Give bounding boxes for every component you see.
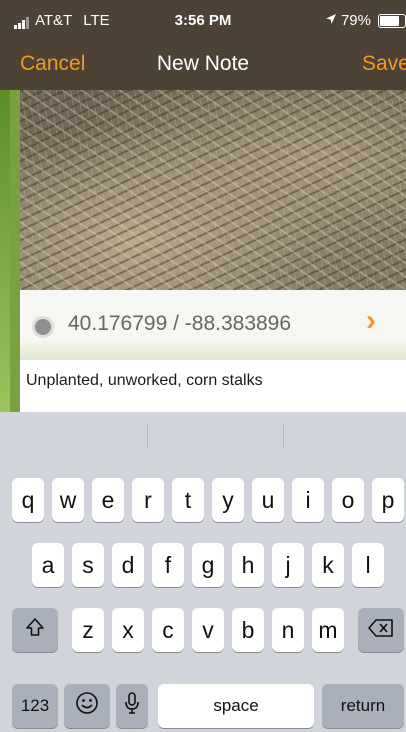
content-side-accent (0, 90, 10, 412)
key-r[interactable]: r (132, 478, 164, 522)
page-title: New Note (156, 52, 250, 75)
key-p[interactable]: p (372, 478, 404, 522)
note-field[interactable]: Unplanted, unworked, corn stalks (20, 360, 406, 412)
field-photo[interactable] (20, 90, 406, 290)
key-g[interactable]: g (192, 543, 224, 587)
keyboard: q w e r t y u i o p a s d f g h j k l z … (0, 412, 406, 732)
backspace-icon (368, 617, 394, 644)
key-d[interactable]: d (112, 543, 144, 587)
key-i[interactable]: i (292, 478, 324, 522)
numbers-key[interactable]: 123 (12, 684, 58, 728)
key-n[interactable]: n (272, 608, 304, 652)
key-c[interactable]: c (152, 608, 184, 652)
key-k[interactable]: k (312, 543, 344, 587)
key-u[interactable]: u (252, 478, 284, 522)
key-s[interactable]: s (72, 543, 104, 587)
microphone-icon (124, 691, 140, 721)
location-arrow-icon (325, 12, 337, 29)
key-z[interactable]: z (72, 608, 104, 652)
emoji-key[interactable] (64, 684, 110, 728)
suggestion-bar (0, 412, 406, 460)
location-coordinates: 40.176799 / -88.383896 (68, 312, 292, 335)
key-m[interactable]: m (312, 608, 344, 652)
emoji-icon (75, 691, 99, 721)
key-w[interactable]: w (52, 478, 84, 522)
note-text: Unplanted, unworked, corn stalks (26, 372, 263, 389)
chevron-right-icon[interactable]: › (366, 304, 376, 338)
return-key[interactable]: return (322, 684, 404, 728)
suggestion-divider (283, 424, 284, 448)
key-h[interactable]: h (232, 543, 264, 587)
key-o[interactable]: o (332, 478, 364, 522)
suggestion-divider (147, 424, 148, 448)
key-j[interactable]: j (272, 543, 304, 587)
location-dot-icon (32, 316, 54, 338)
nav-bar: Cancel New Note Save (0, 42, 406, 90)
save-button[interactable]: Save (362, 52, 406, 76)
backspace-key[interactable] (358, 608, 404, 652)
location-row[interactable]: 40.176799 / -88.383896 › (20, 290, 406, 360)
key-a[interactable]: a (32, 543, 64, 587)
key-v[interactable]: v (192, 608, 224, 652)
battery-icon (378, 13, 406, 28)
status-bar: AT&T LTE 3:56 PM 79% (0, 0, 406, 42)
key-e[interactable]: e (92, 478, 124, 522)
key-l[interactable]: l (352, 543, 384, 587)
key-y[interactable]: y (212, 478, 244, 522)
space-key[interactable]: space (158, 684, 314, 728)
note-content: 40.176799 / -88.383896 › Unplanted, unwo… (0, 90, 406, 412)
shift-icon (24, 616, 46, 644)
dictation-key[interactable] (116, 684, 148, 728)
key-t[interactable]: t (172, 478, 204, 522)
shift-key[interactable] (12, 608, 58, 652)
key-q[interactable]: q (12, 478, 44, 522)
key-x[interactable]: x (112, 608, 144, 652)
key-b[interactable]: b (232, 608, 264, 652)
key-f[interactable]: f (152, 543, 184, 587)
status-right: 79% (325, 12, 406, 29)
battery-percent: 79% (340, 12, 371, 29)
